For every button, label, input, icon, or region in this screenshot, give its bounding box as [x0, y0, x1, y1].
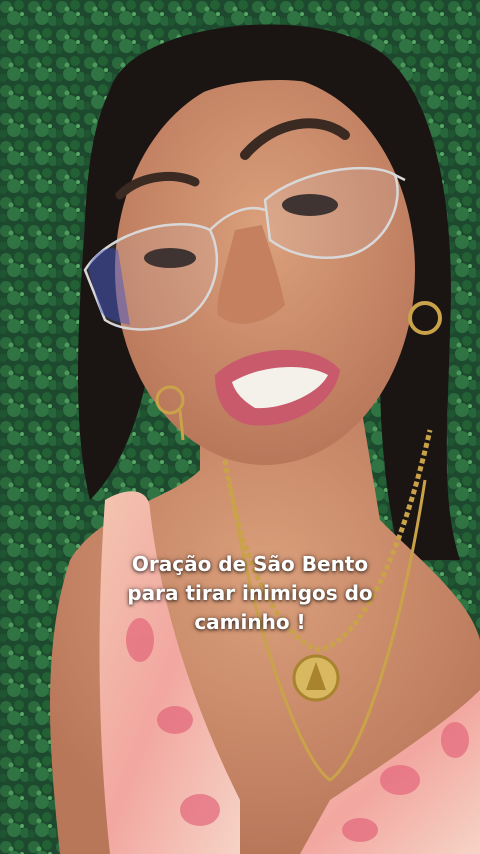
caption-line: Oração de São Bento [131, 552, 369, 576]
caption-line: caminho ! [194, 610, 306, 634]
caption-line: para tirar inimigos do [127, 581, 373, 605]
story-photo [0, 0, 480, 854]
caption-text: Oração de São Bento para tirar inimigos … [90, 550, 410, 637]
story-frame: Oração de São Bento para tirar inimigos … [0, 0, 480, 854]
